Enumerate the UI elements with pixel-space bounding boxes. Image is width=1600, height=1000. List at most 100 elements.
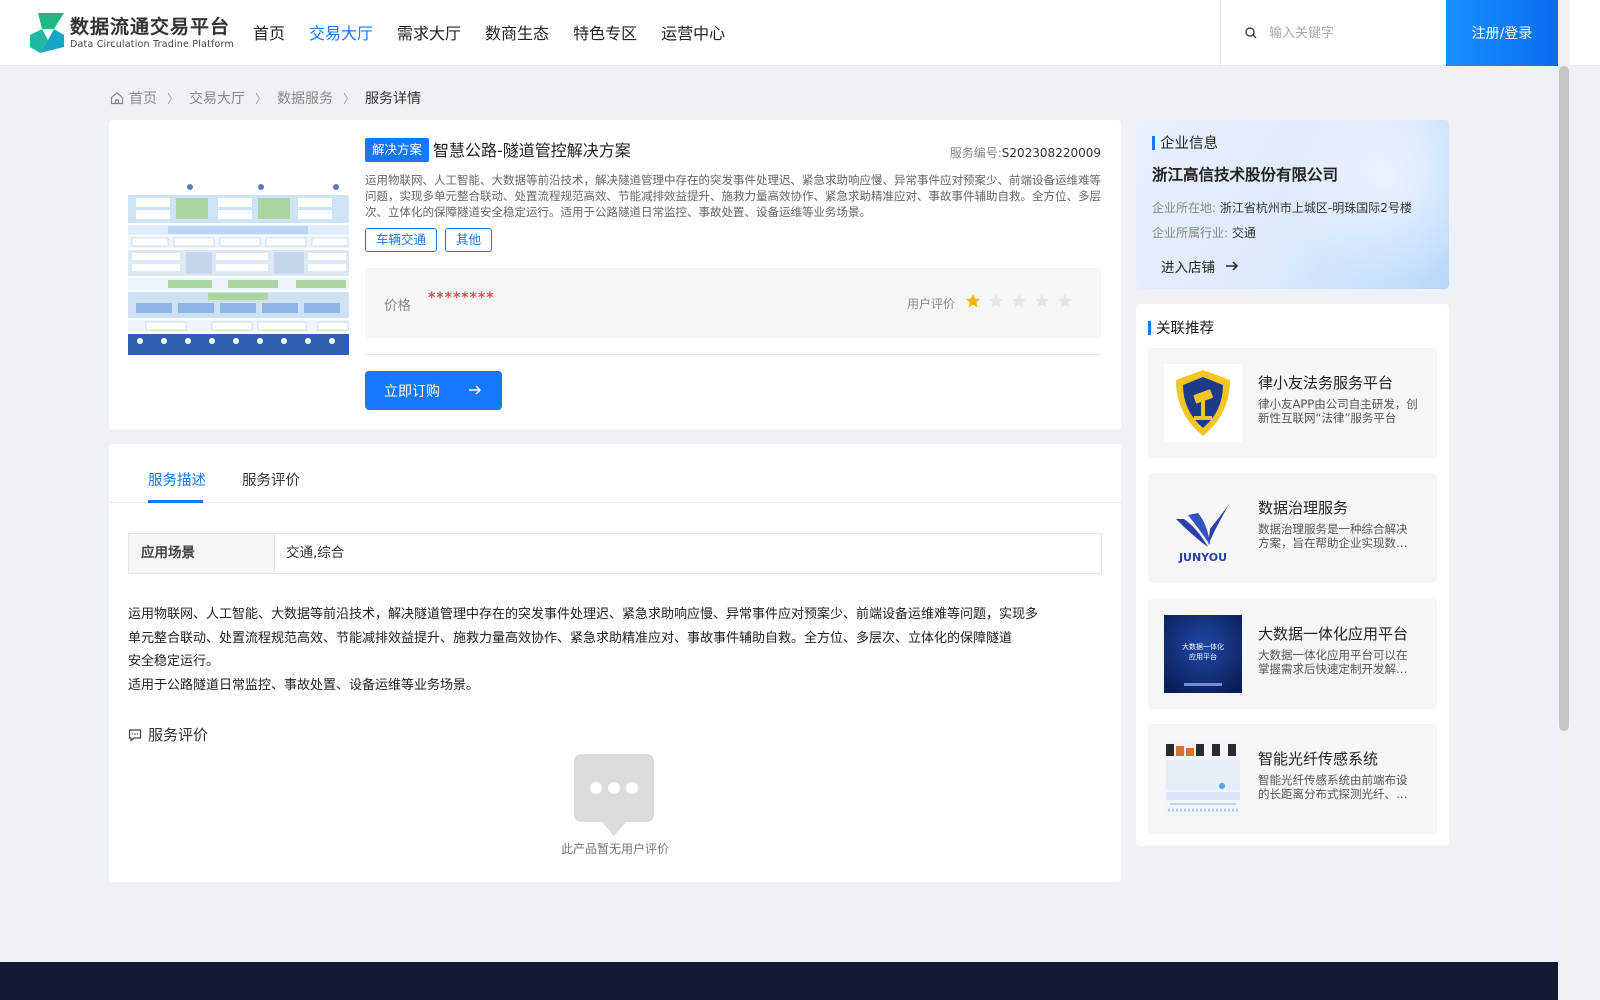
service-number-label: 服务编号: [949,146,1002,160]
nav-item-trading-hall[interactable]: 交易大厅 [309,22,373,46]
breadcrumb-chevron-icon: 〉 [167,91,180,106]
tag-other[interactable]: 其他 [445,228,493,252]
enter-shop-label: 进入店铺 [1161,260,1215,276]
tab-service-reviews[interactable]: 服务评价 [242,469,300,490]
company-section-label: 企业信息 [1160,136,1218,152]
top-header: 数据流通交易平台 Data Circulation Tradine Platfo… [0,0,1600,66]
shield-gavel-icon [1164,364,1242,442]
star-empty-icon [989,294,1003,308]
nav-item-home[interactable]: 首页 [253,22,285,46]
recommend-section-title: 关联推荐 [1148,317,1214,338]
scene-label: 应用场景 [129,534,275,573]
breadcrumb-chevron-icon: 〉 [343,91,356,106]
star-empty-icon [1058,294,1072,308]
rating-stars [965,293,1080,309]
title-accent-bar [1148,320,1151,335]
junyou-logo-text: JUNYOU [1178,551,1227,564]
recommend-thumbnail [1164,364,1242,442]
recommend-item-name: 律小友法务服务平台 [1258,374,1394,392]
recommend-item[interactable]: 大数据一体化 应用平台 大数据一体化应用平台 大数据一体化应用平台可以在掌握需求… [1148,599,1437,709]
location-value: 浙江省杭州市上城区-明珠国际2号楼 [1219,201,1412,215]
recommend-item-desc: 律小友APP由公司自主研发，创新性互联网“法律”服务平台 [1258,397,1418,425]
home-icon [110,92,124,105]
logo-subtitle: Data Circulation Tradine Platform [70,39,234,50]
product-title: 智慧公路-隧道管控解决方案 [433,141,631,160]
recommend-thumbnail: JUNYOU [1164,489,1242,567]
platform-logo[interactable]: 数据流通交易平台 Data Circulation Tradine Platfo… [28,13,234,53]
industry-label: 企业所属行业: [1152,226,1229,240]
login-register-button[interactable]: 注册/登录 [1446,0,1558,66]
recommend-item-desc: 大数据一体化应用平台可以在掌握需求后快速定制开发解决方案 [1258,648,1408,676]
order-now-label: 立即订购 [384,383,440,400]
empty-chat-icon [574,754,654,836]
order-now-button[interactable]: 立即订购 [365,371,502,410]
empty-reviews-text: 此产品暂无用户评价 [560,842,669,856]
recommend-thumbnail: 大数据一体化 应用平台 [1164,615,1242,693]
product-image [128,180,349,355]
service-detail-card: 服务描述 服务评价 应用场景 交通,综合 运用物联网、人工智能、大数据等前沿技术… [109,444,1121,882]
title-accent-bar [1152,135,1155,150]
product-summary-card: 解决方案 智慧公路-隧道管控解决方案 服务编号:S202308220009 运用… [109,120,1121,430]
thumb-text-line1: 大数据一体化 [1182,642,1224,651]
recommend-item-name: 大数据一体化应用平台 [1258,625,1409,643]
price-value: ******** [428,290,495,306]
logo-title: 数据流通交易平台 [70,16,231,38]
tag-vehicle-traffic[interactable]: 车辆交通 [365,228,438,252]
page-footer [0,962,1558,1000]
service-number-value: S202308220009 [1001,146,1101,160]
arrow-right-icon [1226,261,1239,271]
price-panel: 价格 ******** 用户评价 [365,268,1101,338]
nav-item-demand-hall[interactable]: 需求大厅 [397,22,461,46]
nav-item-operations[interactable]: 运营中心 [661,22,725,46]
recommend-item-name: 智能光纤传感系统 [1258,750,1379,768]
company-industry: 企业所属行业: 交通 [1152,224,1256,241]
logo-mark-icon [30,13,64,53]
star-filled-icon [966,294,980,308]
page-scrollbar-thumb[interactable] [1559,66,1569,731]
industry-value: 交通 [1231,226,1256,240]
company-info-card: 企业信息 浙江高信技术股份有限公司 企业所在地: 浙江省杭州市上城区-明珠国际2… [1136,120,1449,289]
company-location: 企业所在地: 浙江省杭州市上城区-明珠国际2号楼 [1152,199,1412,216]
service-description-text: 运用物联网、人工智能、大数据等前沿技术，解决隧道管理中存在的突发事件处理迟、紧急… [128,603,1102,697]
description-line: 运用物联网、人工智能、大数据等前沿技术，解决隧道管理中存在的突发事件处理迟、紧急… [128,607,1039,622]
enter-shop-button[interactable]: 进入店铺 [1161,256,1239,276]
breadcrumb: 首页 〉 交易大厅 〉 数据服务 〉 服务详情 [110,88,421,108]
nav-item-ecosystem[interactable]: 数商生态 [485,22,549,46]
price-label: 价格 [384,298,411,314]
location-label: 企业所在地: [1152,201,1217,215]
recommend-item-name: 数据治理服务 [1258,499,1349,517]
recommend-section-label: 关联推荐 [1156,321,1214,337]
thumb-text-line2: 应用平台 [1189,652,1217,661]
related-recommendations-card: 关联推荐 律小友法务服务平台 律小友APP由公司自主研发，创新性互联网“法律”服… [1136,304,1449,846]
scene-value: 交通,综合 [286,545,345,561]
reviews-heading: 服务评价 [128,724,208,745]
breadcrumb-home[interactable]: 首页 [129,88,157,108]
nav-item-special-zone[interactable]: 特色专区 [573,22,637,46]
recommend-item[interactable]: JUNYOU 数据治理服务 数据治理服务是一种综合解决方案，旨在帮助企业实现数据… [1148,473,1437,583]
description-line: 适用于公路隧道日常监控、事故处置、设备运维等业务场景。 [128,677,480,693]
breadcrumb-chevron-icon: 〉 [255,91,268,106]
junyou-logo: JUNYOU [1164,489,1242,567]
search-input[interactable] [1269,25,1429,41]
recommend-item-desc: 智能光纤传感系统由前端布设的长距离分布式探测光纤、解调设备 [1258,773,1408,801]
recommend-item[interactable]: 智能光纤传感系统 智能光纤传感系统由前端布设的长距离分布式探测光纤、解调设备 [1148,724,1437,834]
fiber-sensing-dashboard-image [1164,740,1242,818]
description-line: 安全稳定运行。 [128,654,220,669]
description-line: 单元整合联动、处置流程规范高效、节能减排效益提升、施救力量高效协作、紧急求助精准… [128,630,1013,646]
recommend-thumbnail [1164,740,1242,818]
product-type-badge: 解决方案 [365,138,430,162]
application-scene-table: 应用场景 交通,综合 [128,533,1102,574]
tab-service-description[interactable]: 服务描述 [148,469,206,490]
recommend-item[interactable]: 律小友法务服务平台 律小友APP由公司自主研发，创新性互联网“法律”服务平台 [1148,348,1437,458]
search-box [1220,0,1446,66]
active-tab-indicator [148,500,203,503]
company-section-title: 企业信息 [1152,132,1218,153]
service-number: 服务编号:S202308220009 [950,144,1101,161]
recommend-item-desc: 数据治理服务是一种综合解决方案，旨在帮助企业实现数据资产 [1258,522,1408,550]
breadcrumb-current: 服务详情 [365,91,422,107]
breadcrumb-trading-hall[interactable]: 交易大厅 [189,88,245,108]
company-name: 浙江高信技术股份有限公司 [1152,166,1339,184]
reviews-heading-label: 服务评价 [148,726,209,744]
breadcrumb-data-service[interactable]: 数据服务 [277,88,333,108]
arrow-right-icon [469,385,482,395]
